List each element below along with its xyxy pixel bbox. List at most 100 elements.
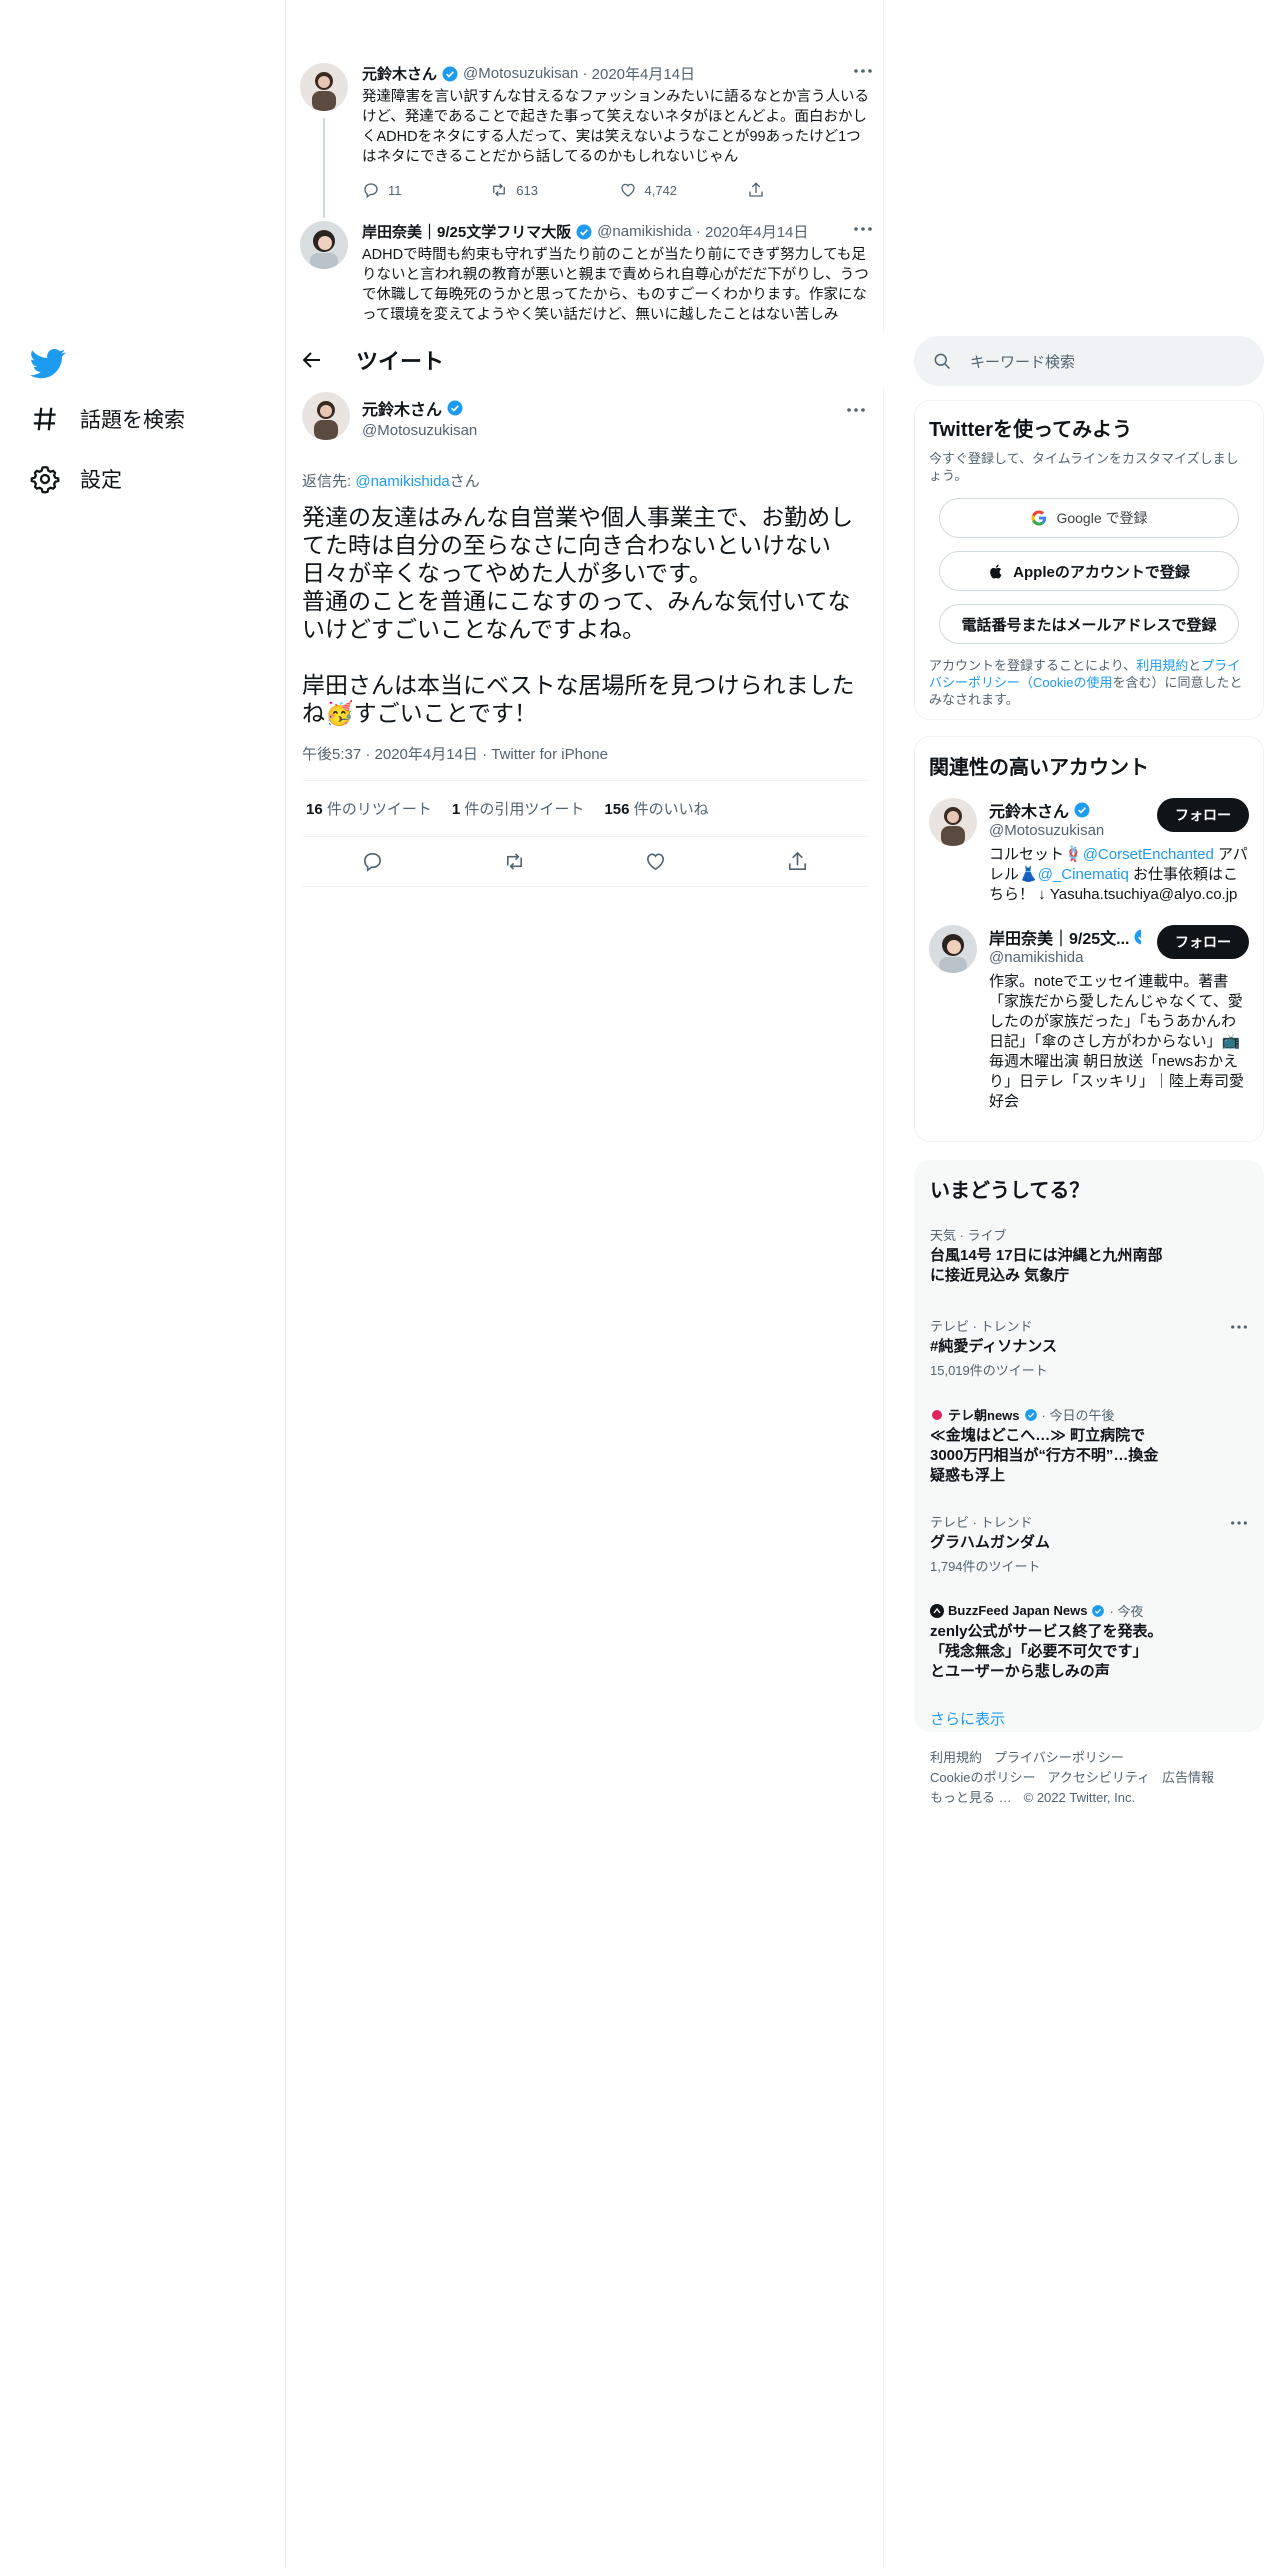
quote-stat-label: 件の引用ツイート bbox=[464, 801, 585, 818]
follow-button[interactable]: フォロー bbox=[1157, 798, 1249, 832]
google-signup-button[interactable]: Google で登録 bbox=[939, 498, 1239, 538]
bio-link[interactable]: @CorsetEnchanted bbox=[1083, 846, 1214, 863]
footer-link[interactable]: アクセシビリティ bbox=[1047, 1770, 1150, 1785]
search-input[interactable]: キーワード検索 bbox=[914, 336, 1264, 386]
terms-link[interactable]: 利用規約 bbox=[1136, 658, 1188, 673]
tweet-text: ADHDで時間も約束も守れず当たり前のことが当たり前にできず努力しても足りないと… bbox=[362, 247, 869, 323]
reply-icon[interactable] bbox=[361, 850, 384, 873]
legal-text: アカウントを登録することにより、 bbox=[929, 658, 1137, 673]
apple-icon bbox=[990, 564, 1002, 579]
avatar[interactable] bbox=[929, 925, 977, 973]
like-stat-count: 156 bbox=[604, 801, 630, 818]
more-icon[interactable] bbox=[1228, 1514, 1250, 1532]
trend-item[interactable]: BuzzFeed Japan News · 今夜 zenly公式がサービス終了を… bbox=[914, 1601, 1264, 1682]
buzzfeed-logo-icon bbox=[930, 1603, 944, 1618]
avatar[interactable] bbox=[300, 221, 348, 269]
tweet-date[interactable]: 2020年4月14日 bbox=[705, 221, 808, 242]
like-button[interactable]: 4,742 bbox=[619, 181, 747, 199]
twitter-logo-icon[interactable] bbox=[30, 345, 66, 381]
footer-link[interactable]: Cookieのポリシー bbox=[930, 1770, 1035, 1785]
trend-item[interactable]: テレビ · トレンド グラハムガンダム 1,794件のツイート bbox=[914, 1512, 1264, 1575]
footer-link[interactable]: もっと見る … bbox=[930, 1790, 1012, 1805]
reply-to: 返信先: @namikishidaさん bbox=[302, 470, 868, 491]
author-name[interactable]: 元鈴木さん bbox=[362, 63, 437, 84]
trend-time: · 今日の午後 bbox=[1041, 1408, 1115, 1423]
retweet-icon[interactable] bbox=[503, 850, 526, 873]
nav-settings[interactable]: 設定 bbox=[30, 464, 122, 494]
more-icon[interactable] bbox=[844, 400, 868, 420]
avatar[interactable] bbox=[300, 63, 348, 111]
follow-button[interactable]: フォロー bbox=[1157, 925, 1249, 959]
share-button[interactable] bbox=[747, 181, 875, 199]
like-stat[interactable]: 156 件のいいね bbox=[604, 798, 708, 819]
apple-signup-label: Appleのアカウントで登録 bbox=[1013, 563, 1190, 581]
share-icon[interactable] bbox=[786, 850, 809, 873]
related-account[interactable]: 岸田奈美｜9/25文... @namikishida フォロー 作家。noteで… bbox=[915, 925, 1263, 1112]
footer-link[interactable]: プライバシーポリシー bbox=[994, 1750, 1124, 1765]
reply-to-link[interactable]: @namikishida bbox=[355, 473, 449, 490]
related-account[interactable]: 元鈴木さん @Motosuzukisan フォロー コルセット🪢@CorsetE… bbox=[915, 798, 1263, 905]
trend-meta: テレビ · トレンド bbox=[930, 1319, 1033, 1334]
account-bio: 作家。noteでエッセイ連載中。著書「家族だから愛したんじゃなくて、愛したのが家… bbox=[989, 973, 1245, 1110]
reply-button[interactable]: 11 bbox=[362, 181, 490, 199]
trend-item[interactable]: 天気 · ライブ 台風14号 17日には沖縄と九州南部 に接近見込み 気象庁 bbox=[914, 1225, 1264, 1286]
like-stat-label: 件のいいね bbox=[633, 801, 709, 818]
retweet-stat-count: 16 bbox=[306, 801, 323, 818]
tweet-date[interactable]: 2020年4月14日 bbox=[592, 63, 695, 84]
trend-item[interactable]: テレビ · トレンド #純愛ディソナンス 15,019件のツイート bbox=[914, 1316, 1264, 1379]
author-handle[interactable]: @Motosuzukisan bbox=[362, 422, 477, 439]
show-more-link[interactable]: さらに表示 bbox=[914, 1708, 1264, 1729]
heart-icon bbox=[620, 183, 635, 197]
retweet-stat-label: 件のリツイート bbox=[326, 801, 432, 818]
signup-legal: アカウントを登録することにより、利用規約とプライバシーポリシー（Cookieの使… bbox=[929, 657, 1249, 708]
apple-signup-button[interactable]: Appleのアカウントで登録 bbox=[939, 551, 1239, 591]
tweet-header: ツイート bbox=[286, 332, 884, 388]
quote-stat[interactable]: 1 件の引用ツイート bbox=[452, 798, 585, 819]
bio-link[interactable]: @_Cinematiq bbox=[1038, 866, 1129, 883]
author-name[interactable]: 岸田奈美｜9/25文学フリマ大阪 bbox=[362, 221, 571, 242]
more-icon[interactable] bbox=[851, 219, 875, 239]
tweet-text: 発達の友達はみんな自営業や個人事業主で、お勤めしてた時は自分の至らなさに向き合わ… bbox=[302, 503, 868, 727]
party-emoji: 🥳 bbox=[325, 700, 354, 726]
retweet-stat[interactable]: 16 件のリツイート bbox=[306, 798, 432, 819]
reply-suffix: さん bbox=[449, 473, 480, 490]
account-bio: コルセット🪢@CorsetEnchanted アパレル👗@_Cinematiq … bbox=[989, 845, 1249, 905]
trend-meta: 天気 · ライブ bbox=[930, 1228, 1007, 1243]
legal-text: と bbox=[1188, 658, 1202, 673]
nav-settings-label: 設定 bbox=[80, 469, 122, 492]
tweet-meta[interactable]: 午後5:37 · 2020年4月14日 · Twitter for iPhone bbox=[302, 743, 868, 764]
footer-link[interactable]: 広告情報 bbox=[1162, 1770, 1214, 1785]
trend-item[interactable]: テレ朝news · 今日の午後 ≪金塊はどこへ…≫ 町立病院で 3000万円相当… bbox=[914, 1405, 1264, 1486]
verified-badge-icon bbox=[576, 224, 592, 239]
like-count: 4,742 bbox=[644, 182, 678, 198]
phone-email-signup-label: 電話番号またはメールアドレスで登録 bbox=[961, 616, 1217, 634]
author-name[interactable]: 元鈴木さん bbox=[362, 396, 442, 420]
author-handle[interactable]: @namikishida bbox=[597, 223, 691, 240]
phone-email-signup-button[interactable]: 電話番号またはメールアドレスで登録 bbox=[939, 604, 1239, 644]
back-arrow-icon[interactable] bbox=[300, 348, 324, 372]
trend-count: 1,794件のツイート bbox=[930, 1559, 1041, 1574]
trends-title: いまどうしてる？ bbox=[930, 1180, 1090, 1202]
page-title: ツイート bbox=[356, 349, 445, 374]
tweet-text: 発達障害を言い訳すんな甘えるなファッションみたいに語るなとか言う人いるけど、発達… bbox=[362, 89, 870, 165]
author-handle[interactable]: @Motosuzukisan bbox=[463, 65, 578, 82]
avatar[interactable] bbox=[302, 392, 350, 440]
trends-card: いまどうしてる？ 天気 · ライブ 台風14号 17日には沖縄と九州南部 に接近… bbox=[914, 1160, 1264, 1732]
account-handle: @Motosuzukisan bbox=[989, 822, 1105, 839]
trend-name: 台風14号 17日には沖縄と九州南部 に接近見込み 気象庁 bbox=[930, 1247, 1163, 1284]
trend-count: 15,019件のツイート bbox=[930, 1363, 1048, 1378]
trend-meta: テレビ · トレンド bbox=[930, 1515, 1033, 1530]
trend-name: zenly公式がサービス終了を発表。 「残念無念」「必要不可欠です」 とユーザー… bbox=[930, 1623, 1163, 1680]
retweet-button[interactable]: 613 bbox=[490, 181, 618, 199]
avatar[interactable] bbox=[929, 798, 977, 846]
quote-stat-count: 1 bbox=[451, 801, 461, 818]
signup-title: Twitterを使ってみよう bbox=[929, 419, 1133, 441]
more-icon[interactable] bbox=[1228, 1318, 1250, 1336]
hashtag-icon bbox=[33, 407, 56, 431]
more-icon[interactable] bbox=[851, 61, 875, 81]
footer-link[interactable]: 利用規約 bbox=[930, 1750, 982, 1765]
search-icon bbox=[934, 353, 951, 370]
reply-icon bbox=[364, 183, 378, 199]
nav-explore[interactable]: 話題を検索 bbox=[30, 404, 185, 434]
heart-icon[interactable] bbox=[644, 850, 667, 873]
